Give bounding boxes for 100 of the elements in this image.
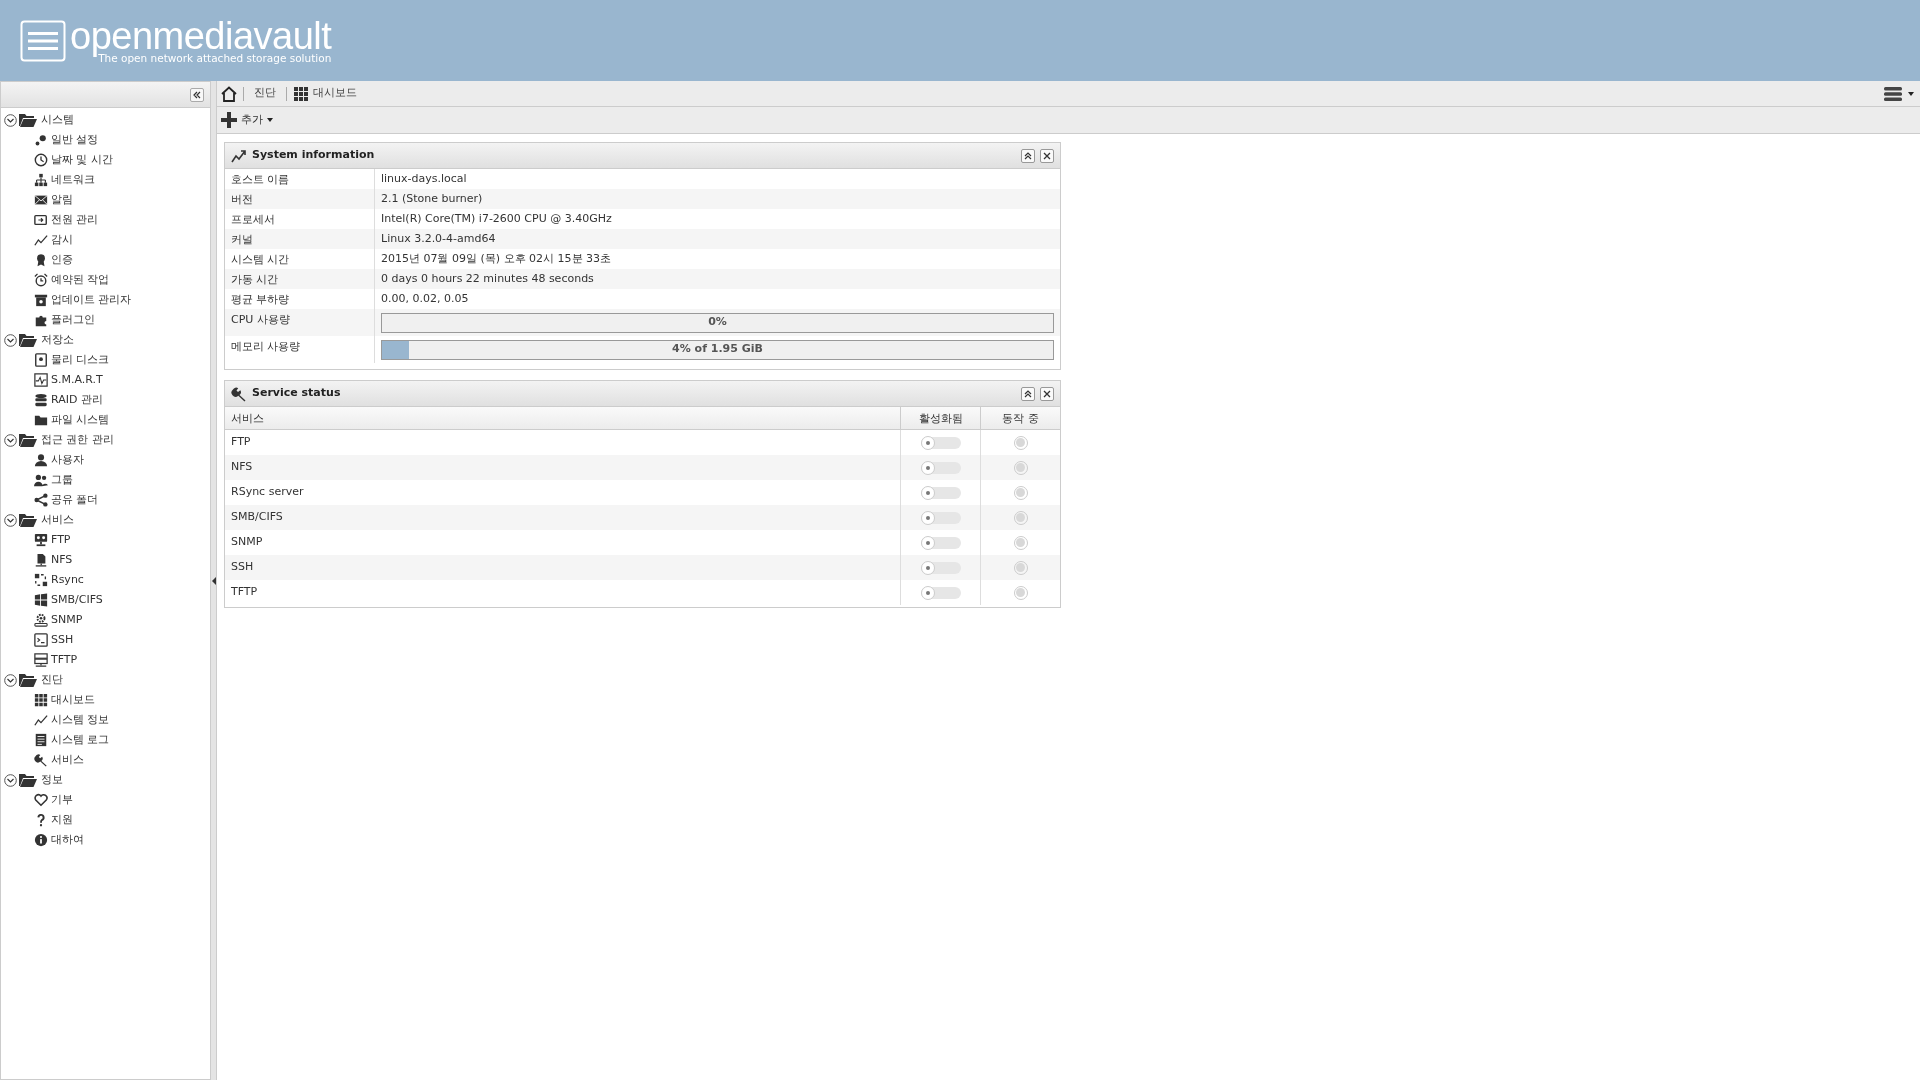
- tree-item[interactable]: 기부: [51, 791, 73, 809]
- tree-item[interactable]: 정보: [39, 771, 63, 789]
- tree-item[interactable]: TFTP: [51, 651, 78, 669]
- folder-icon: [34, 413, 48, 427]
- progress-label: 4% of 1.95 GiB: [672, 341, 763, 358]
- heart-icon: [34, 793, 48, 807]
- tree-item[interactable]: 날짜 및 시간: [51, 151, 113, 169]
- row-value: Linux 3.2.0-4-amd64: [381, 230, 496, 247]
- tree-item[interactable]: S.M.A.R.T: [51, 371, 103, 389]
- double-chevron-up-icon: [1024, 389, 1032, 398]
- user-icon: [34, 453, 48, 467]
- tree-item[interactable]: 시스템 로그: [51, 731, 110, 749]
- collapse-toggle[interactable]: [4, 773, 17, 787]
- tree-item[interactable]: 일반 설정: [51, 131, 99, 149]
- row-value: 0.00, 0.02, 0.05: [381, 290, 469, 307]
- tree-item[interactable]: SMB/CIFS: [51, 591, 103, 609]
- table-cell: RSync server: [231, 485, 304, 498]
- tree-item[interactable]: 대하여: [51, 831, 84, 849]
- add-button[interactable]: 추가: [221, 111, 273, 129]
- tree-item[interactable]: 알림: [51, 191, 73, 209]
- row-label: 커널: [225, 229, 375, 249]
- open-folder-icon: [19, 113, 37, 127]
- tree-item[interactable]: 사용자: [51, 451, 84, 469]
- row-label: CPU 사용량: [225, 309, 375, 336]
- package-icon: [34, 293, 48, 307]
- open-folder-icon: [19, 433, 37, 447]
- terminal-icon: [34, 633, 48, 647]
- open-folder-icon: [19, 513, 37, 527]
- tree-item[interactable]: 공유 폴더: [51, 491, 99, 509]
- breadcrumb-link[interactable]: 진단: [250, 85, 280, 102]
- nodes-icon: [34, 573, 48, 587]
- tree-item[interactable]: Rsync: [51, 571, 84, 589]
- tree-item[interactable]: 파일 시스템: [51, 411, 110, 429]
- tree-item[interactable]: 물리 디스크: [51, 351, 110, 369]
- award-icon: [34, 253, 48, 267]
- tree-item[interactable]: 네트워크: [51, 171, 95, 189]
- column-header[interactable]: 동작 중: [980, 407, 1060, 429]
- alarm-clock-icon: [34, 273, 48, 287]
- open-folder-icon: [19, 673, 37, 687]
- breadcrumb-link[interactable]: 대시보드: [293, 85, 357, 102]
- tree-item[interactable]: 진단: [39, 671, 63, 689]
- tree-item[interactable]: 지원: [51, 811, 73, 829]
- open-folder-icon: [19, 773, 37, 787]
- tree-item[interactable]: 인증: [51, 251, 73, 269]
- tree-item[interactable]: 서비스: [51, 751, 84, 769]
- users-icon: [34, 473, 48, 487]
- menu-button[interactable]: [1884, 86, 1916, 101]
- tree-item[interactable]: RAID 관리: [51, 391, 103, 409]
- envelope-icon: [34, 193, 48, 207]
- row-label: 가동 시간: [225, 269, 375, 289]
- caret-icon: [1908, 91, 1914, 96]
- tree-item[interactable]: FTP: [51, 531, 71, 549]
- tree-item[interactable]: 예약된 작업: [51, 271, 110, 289]
- close-button[interactable]: [1040, 386, 1054, 401]
- tree-item[interactable]: 감시: [51, 231, 73, 249]
- tree-item[interactable]: 서비스: [39, 511, 74, 529]
- wrench-icon: [34, 753, 48, 767]
- tree-item[interactable]: SNMP: [51, 611, 83, 629]
- tree-item[interactable]: 대시보드: [51, 691, 95, 709]
- tree-item[interactable]: SSH: [51, 631, 74, 649]
- row-label: 버전: [225, 189, 375, 209]
- tree-item[interactable]: 접근 권한 관리: [39, 431, 114, 449]
- file-icon: [34, 553, 48, 567]
- wrench-icon: [231, 385, 247, 402]
- tree-item[interactable]: 시스템: [39, 111, 74, 129]
- gear-icon: [34, 613, 48, 627]
- row-value: 0 days 0 hours 22 minutes 48 seconds: [381, 270, 594, 287]
- row-value: linux-days.local: [381, 170, 467, 187]
- share-icon: [34, 493, 48, 507]
- column-header[interactable]: 활성화됨: [900, 407, 980, 429]
- collapse-toggle[interactable]: [4, 113, 17, 127]
- tree-item[interactable]: 저장소: [39, 331, 74, 349]
- double-chevron-up-icon: [1024, 151, 1032, 160]
- collapse-toggle[interactable]: [4, 333, 17, 347]
- logo-text: openmediavault: [70, 17, 332, 56]
- double-chevron-left-icon: [193, 90, 201, 99]
- collapse-button[interactable]: [1021, 148, 1035, 163]
- grid-icon: [34, 693, 48, 707]
- collapse-button[interactable]: [1021, 386, 1035, 401]
- tree-item[interactable]: 그룹: [51, 471, 73, 489]
- menu-icon: [1884, 86, 1902, 101]
- tree-item[interactable]: 전원 관리: [51, 211, 99, 229]
- collapse-toggle[interactable]: [4, 673, 17, 687]
- home-icon[interactable]: [221, 85, 237, 102]
- tree-item[interactable]: 업데이트 관리자: [51, 291, 132, 309]
- tree-item[interactable]: NFS: [51, 551, 73, 569]
- row-label: 메모리 사용량: [225, 336, 375, 363]
- close-button[interactable]: [1040, 148, 1054, 163]
- collapse-toggle[interactable]: [4, 433, 17, 447]
- tree-item[interactable]: 시스템 정보: [51, 711, 110, 729]
- collapse-toggle[interactable]: [4, 513, 17, 527]
- panel-title: Service status: [252, 385, 342, 402]
- column-header[interactable]: 서비스: [225, 407, 900, 429]
- collapse-button[interactable]: [190, 87, 204, 102]
- server-icon: [34, 653, 48, 667]
- panel-title: System information: [252, 147, 376, 164]
- grid-icon: [293, 85, 309, 102]
- line-chart-icon: [231, 148, 247, 163]
- collapse-arrow-icon[interactable]: [211, 576, 216, 585]
- tree-item[interactable]: 플러그인: [51, 311, 95, 329]
